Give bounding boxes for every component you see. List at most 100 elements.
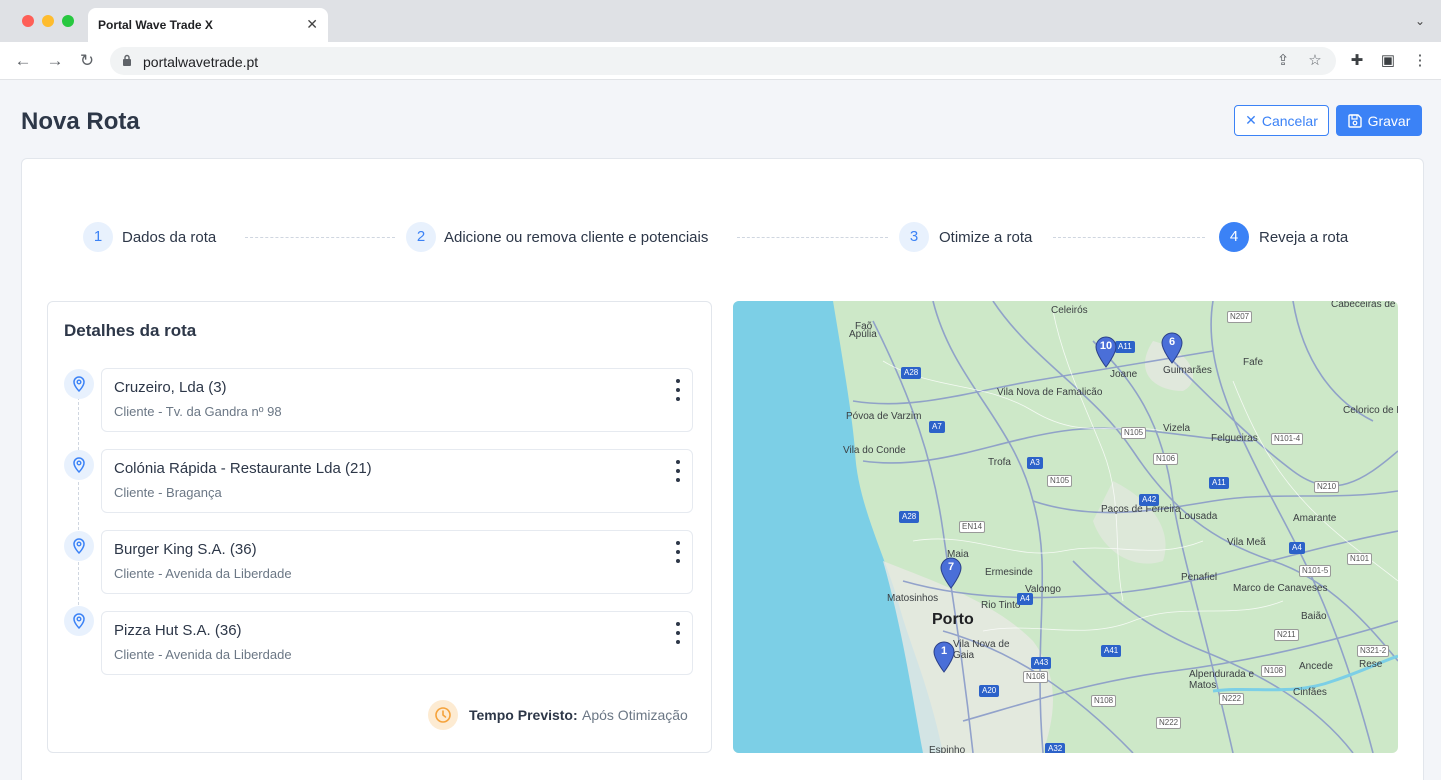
kebab-menu-icon[interactable] — [674, 460, 682, 482]
timeline-line — [78, 392, 79, 610]
bookmark-star-icon[interactable]: ☆ — [1306, 52, 1324, 70]
map-place-label: Ancede — [1299, 661, 1333, 672]
extensions-puzzle-icon[interactable]: ✚ — [1347, 51, 1367, 71]
map-city-label: Porto — [932, 611, 974, 628]
close-window-button[interactable] — [22, 15, 34, 27]
map-road-label: A4 — [1289, 542, 1305, 554]
map-road-label: N108 — [1261, 665, 1287, 677]
map-road-label: N222 — [1219, 693, 1245, 705]
tab-close-icon[interactable]: ✕ — [306, 16, 318, 33]
stop-subtitle: Cliente - Avenida da Liberdade — [114, 647, 292, 662]
map-place-label: Rese — [1359, 659, 1383, 670]
map-place-label: Trofa — [988, 457, 1011, 468]
save-button-label: Gravar — [1367, 112, 1411, 129]
map-road-label: A28 — [899, 511, 920, 523]
address-bar[interactable]: portalwavetrade.pt ⇪ ☆ — [110, 47, 1336, 75]
close-icon: ✕ — [1245, 112, 1257, 128]
step-3-label[interactable]: Otimize a rota — [939, 229, 1032, 246]
maximize-window-button[interactable] — [62, 15, 74, 27]
map-place-label: Alpendurada e Matos — [1189, 669, 1255, 691]
page-title: Nova Rota — [21, 108, 140, 135]
browser-toolbar: ← → ↻ portalwavetrade.pt ⇪ ☆ ✚ ▣ ⋮ — [0, 42, 1441, 80]
tab-search-chevron-icon[interactable]: ⌄ — [1415, 14, 1425, 28]
step-connector — [245, 237, 395, 238]
kebab-menu-icon[interactable] — [674, 379, 682, 401]
map-marker[interactable]: 10 — [1095, 336, 1117, 368]
map-place-label: Guimarães — [1163, 365, 1212, 376]
map-place-label: Apúlia — [849, 329, 877, 340]
map-place-label: Amarante — [1293, 513, 1337, 524]
map-place-label: Póvoa de Varzim — [846, 411, 922, 422]
stop-subtitle: Cliente - Avenida da Liberdade — [114, 566, 292, 581]
map-place-label: Fafe — [1243, 357, 1264, 368]
map-road-label: N105 — [1047, 475, 1073, 487]
route-stop-item[interactable]: Colónia Rápida - Restaurante Lda (21) Cl… — [101, 449, 693, 513]
map-place-label: Ermesinde — [985, 567, 1033, 578]
step-connector — [1053, 237, 1205, 238]
step-4-label[interactable]: Reveja a rota — [1259, 229, 1348, 246]
map-road-label: N101-4 — [1271, 433, 1304, 445]
reload-icon[interactable]: ↻ — [76, 50, 98, 72]
map-place-label: Vila Nova de Gaia — [953, 639, 1010, 661]
route-stop-item[interactable]: Burger King S.A. (36) Cliente - Avenida … — [101, 530, 693, 594]
stop-name: Pizza Hut S.A. (36) — [114, 622, 242, 639]
map-place-label: Celorico de Basto — [1343, 405, 1398, 416]
map-road-label: EN14 — [959, 521, 986, 533]
step-3-number[interactable]: 3 — [899, 222, 929, 252]
map-place-label: Matosinhos — [887, 593, 939, 604]
step-1-number[interactable]: 1 — [83, 222, 113, 252]
url-text: portalwavetrade.pt — [143, 54, 259, 70]
map-marker[interactable]: 7 — [940, 557, 962, 589]
map-road-label: A32 — [1045, 743, 1066, 753]
save-button[interactable]: Gravar — [1336, 105, 1422, 136]
map-place-label: Rio Tinto — [981, 600, 1021, 611]
step-connector — [737, 237, 888, 238]
map-road-label: A28 — [901, 367, 922, 379]
step-1-label[interactable]: Dados da rota — [122, 229, 216, 246]
step-2-number[interactable]: 2 — [406, 222, 436, 252]
map-road-label: N211 — [1274, 629, 1299, 641]
map-place-label: Espinho — [929, 745, 966, 753]
time-estimate-label: Tempo Previsto: — [469, 707, 578, 723]
map-road-label: N108 — [1091, 695, 1117, 707]
minimize-window-button[interactable] — [42, 15, 54, 27]
map-road-label: A20 — [979, 685, 1000, 697]
step-2-label[interactable]: Adicione ou remova cliente e potenciais — [444, 229, 708, 246]
map-place-label: Marco de Canaveses — [1233, 583, 1328, 594]
browser-tab[interactable]: Portal Wave Trade X ✕ — [88, 8, 328, 42]
stop-name: Cruzeiro, Lda (3) — [114, 379, 227, 396]
map-marker[interactable]: 1 — [933, 641, 955, 673]
more-menu-icon[interactable]: ⋮ — [1410, 51, 1430, 71]
step-4-number[interactable]: 4 — [1219, 222, 1249, 252]
map-place-label: Vila Meã — [1227, 537, 1266, 548]
map-road-label: A7 — [929, 421, 945, 433]
route-stop-item[interactable]: Pizza Hut S.A. (36) Cliente - Avenida da… — [101, 611, 693, 675]
map-place-label: Joane — [1110, 369, 1138, 380]
map-road-label: A43 — [1031, 657, 1052, 669]
map-place-label: Baião — [1301, 611, 1327, 622]
side-panel-icon[interactable]: ▣ — [1378, 51, 1398, 71]
location-pin-icon — [64, 369, 94, 399]
map-place-label: Vila Nova de Famalicão — [997, 387, 1103, 398]
cancel-button-label: Cancelar — [1261, 112, 1318, 129]
kebab-menu-icon[interactable] — [674, 622, 682, 644]
details-title: Detalhes da rota — [64, 321, 197, 340]
route-stop-item[interactable]: Cruzeiro, Lda (3) Cliente - Tv. da Gandr… — [101, 368, 693, 432]
lock-icon — [123, 54, 131, 66]
map-marker-number: 1 — [940, 645, 948, 657]
route-map[interactable]: Celeirós Cabeceiras de Basto Faõ Apúlia … — [733, 301, 1398, 753]
map-road-label: N321-2 — [1357, 645, 1390, 657]
back-arrow-icon[interactable]: ← — [12, 50, 34, 72]
map-road-label: A11 — [1209, 477, 1229, 489]
map-marker[interactable]: 6 — [1161, 332, 1183, 364]
map-place-label: Felgueiras — [1211, 433, 1258, 444]
stop-subtitle: Cliente - Bragança — [114, 485, 222, 500]
tab-title: Portal Wave Trade X — [98, 18, 213, 32]
kebab-menu-icon[interactable] — [674, 541, 682, 563]
map-road-label: N101-5 — [1299, 565, 1332, 577]
cancel-button[interactable]: ✕ Cancelar — [1234, 105, 1329, 136]
forward-arrow-icon[interactable]: → — [44, 50, 66, 72]
share-icon[interactable]: ⇪ — [1274, 52, 1292, 70]
map-marker-number: 10 — [1099, 340, 1113, 352]
map-place-label: Vila do Conde — [843, 445, 906, 456]
